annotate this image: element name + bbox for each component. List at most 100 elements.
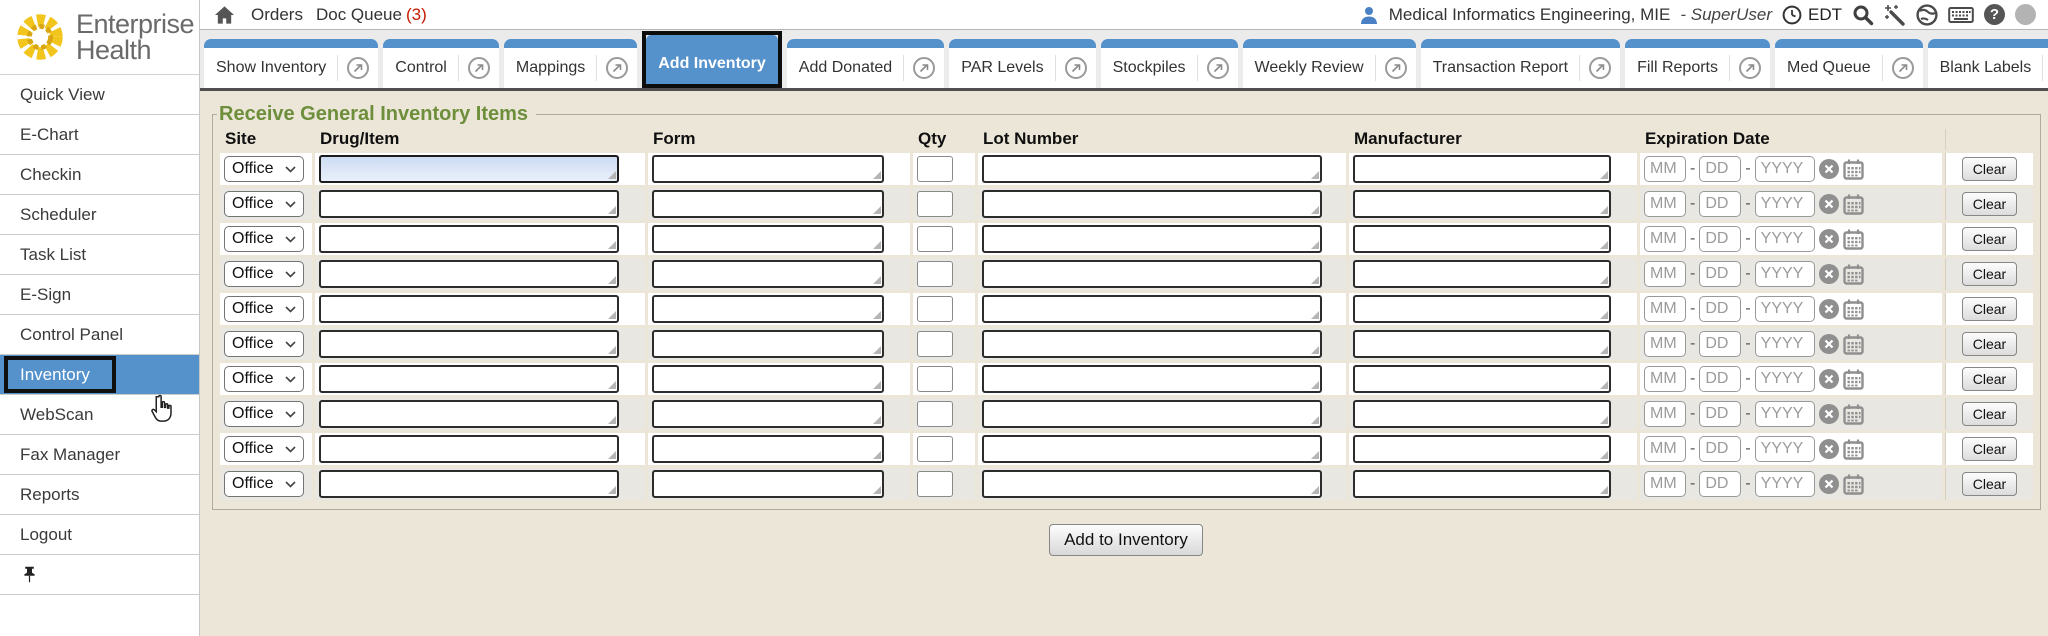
exp-year-input[interactable]: [1755, 296, 1815, 322]
lot-number-input[interactable]: [982, 330, 1322, 358]
open-in-new-icon[interactable]: [1385, 57, 1407, 79]
sidebar-item-webscan[interactable]: WebScan: [0, 395, 199, 435]
qty-input[interactable]: [917, 366, 953, 392]
clear-date-icon[interactable]: [1819, 159, 1839, 179]
open-in-new-icon[interactable]: [1207, 57, 1229, 79]
open-in-new-icon[interactable]: [1892, 57, 1914, 79]
qty-input[interactable]: [917, 436, 953, 462]
clear-date-icon[interactable]: [1819, 264, 1839, 284]
exp-day-input[interactable]: [1699, 226, 1741, 252]
manufacturer-input[interactable]: [1353, 260, 1611, 288]
tab-par-levels[interactable]: PAR Levels: [949, 39, 1095, 88]
tab-add-donated[interactable]: Add Donated: [787, 39, 944, 88]
exp-year-input[interactable]: [1755, 191, 1815, 217]
site-select[interactable]: Office: [224, 191, 304, 217]
clear-row-button[interactable]: Clear: [1962, 157, 2017, 181]
exp-year-input[interactable]: [1755, 261, 1815, 287]
exp-month-input[interactable]: [1644, 191, 1686, 217]
exp-month-input[interactable]: [1644, 366, 1686, 392]
sidebar-item-inventory[interactable]: Inventory: [0, 355, 199, 395]
drug-item-input[interactable]: [319, 155, 619, 183]
manufacturer-input[interactable]: [1353, 365, 1611, 393]
form-input[interactable]: [652, 225, 884, 253]
globe-icon[interactable]: [1916, 4, 1938, 26]
sidebar-item-control-panel[interactable]: Control Panel: [0, 315, 199, 355]
lot-number-input[interactable]: [982, 435, 1322, 463]
avatar-circle[interactable]: [2015, 4, 2036, 25]
calendar-icon[interactable]: [1843, 299, 1864, 320]
clear-date-icon[interactable]: [1819, 334, 1839, 354]
exp-year-input[interactable]: [1755, 226, 1815, 252]
calendar-icon[interactable]: [1843, 439, 1864, 460]
pushpin-icon[interactable]: [22, 566, 37, 583]
lot-number-input[interactable]: [982, 470, 1322, 498]
manufacturer-input[interactable]: [1353, 190, 1611, 218]
form-input[interactable]: [652, 330, 884, 358]
clear-row-button[interactable]: Clear: [1962, 262, 2017, 286]
qty-input[interactable]: [917, 226, 953, 252]
add-to-inventory-button[interactable]: Add to Inventory: [1049, 524, 1203, 556]
drug-item-input[interactable]: [319, 470, 619, 498]
calendar-icon[interactable]: [1843, 369, 1864, 390]
exp-month-input[interactable]: [1644, 401, 1686, 427]
qty-input[interactable]: [917, 191, 953, 217]
breadcrumb-doc-queue[interactable]: Doc Queue: [316, 5, 402, 25]
calendar-icon[interactable]: [1843, 404, 1864, 425]
sidebar-item-task-list[interactable]: Task List: [0, 235, 199, 275]
lot-number-input[interactable]: [982, 365, 1322, 393]
calendar-icon[interactable]: [1843, 194, 1864, 215]
tab-transaction-report[interactable]: Transaction Report: [1421, 39, 1620, 88]
exp-year-input[interactable]: [1755, 366, 1815, 392]
clear-date-icon[interactable]: [1819, 439, 1839, 459]
lot-number-input[interactable]: [982, 190, 1322, 218]
clock-icon[interactable]: [1782, 5, 1802, 25]
lot-number-input[interactable]: [982, 400, 1322, 428]
drug-item-input[interactable]: [319, 190, 619, 218]
form-input[interactable]: [652, 400, 884, 428]
clear-date-icon[interactable]: [1819, 369, 1839, 389]
tab-med-queue[interactable]: Med Queue: [1775, 39, 1923, 88]
site-select[interactable]: Office: [224, 471, 304, 497]
site-select[interactable]: Office: [224, 436, 304, 462]
tab-add-inventory[interactable]: Add Inventory: [642, 31, 782, 88]
open-in-new-icon[interactable]: [1739, 57, 1761, 79]
form-input[interactable]: [652, 295, 884, 323]
qty-input[interactable]: [917, 296, 953, 322]
clear-row-button[interactable]: Clear: [1962, 332, 2017, 356]
exp-year-input[interactable]: [1755, 436, 1815, 462]
tab-stockpiles[interactable]: Stockpiles: [1101, 39, 1238, 88]
lot-number-input[interactable]: [982, 260, 1322, 288]
open-in-new-icon[interactable]: [913, 57, 935, 79]
exp-day-input[interactable]: [1699, 471, 1741, 497]
tab-weekly-review[interactable]: Weekly Review: [1243, 39, 1416, 88]
sidebar-item-scheduler[interactable]: Scheduler: [0, 195, 199, 235]
drug-item-input[interactable]: [319, 225, 619, 253]
drug-item-input[interactable]: [319, 295, 619, 323]
drug-item-input[interactable]: [319, 365, 619, 393]
clear-date-icon[interactable]: [1819, 404, 1839, 424]
manufacturer-input[interactable]: [1353, 295, 1611, 323]
open-in-new-icon[interactable]: [468, 57, 490, 79]
lot-number-input[interactable]: [982, 225, 1322, 253]
site-select[interactable]: Office: [224, 226, 304, 252]
sidebar-item-e-sign[interactable]: E-Sign: [0, 275, 199, 315]
site-select[interactable]: Office: [224, 366, 304, 392]
exp-year-input[interactable]: [1755, 401, 1815, 427]
help-icon[interactable]: ?: [1984, 4, 2005, 25]
tab-show-inventory[interactable]: Show Inventory: [204, 39, 378, 88]
search-icon[interactable]: [1852, 4, 1874, 26]
exp-day-input[interactable]: [1699, 401, 1741, 427]
drug-item-input[interactable]: [319, 260, 619, 288]
sidebar-item-reports[interactable]: Reports: [0, 475, 199, 515]
exp-month-input[interactable]: [1644, 331, 1686, 357]
form-input[interactable]: [652, 470, 884, 498]
manufacturer-input[interactable]: [1353, 330, 1611, 358]
exp-month-input[interactable]: [1644, 471, 1686, 497]
keyboard-icon[interactable]: [1948, 5, 1974, 25]
exp-month-input[interactable]: [1644, 296, 1686, 322]
exp-month-input[interactable]: [1644, 261, 1686, 287]
manufacturer-input[interactable]: [1353, 435, 1611, 463]
open-in-new-icon[interactable]: [606, 57, 628, 79]
site-select[interactable]: Office: [224, 331, 304, 357]
site-select[interactable]: Office: [224, 156, 304, 182]
